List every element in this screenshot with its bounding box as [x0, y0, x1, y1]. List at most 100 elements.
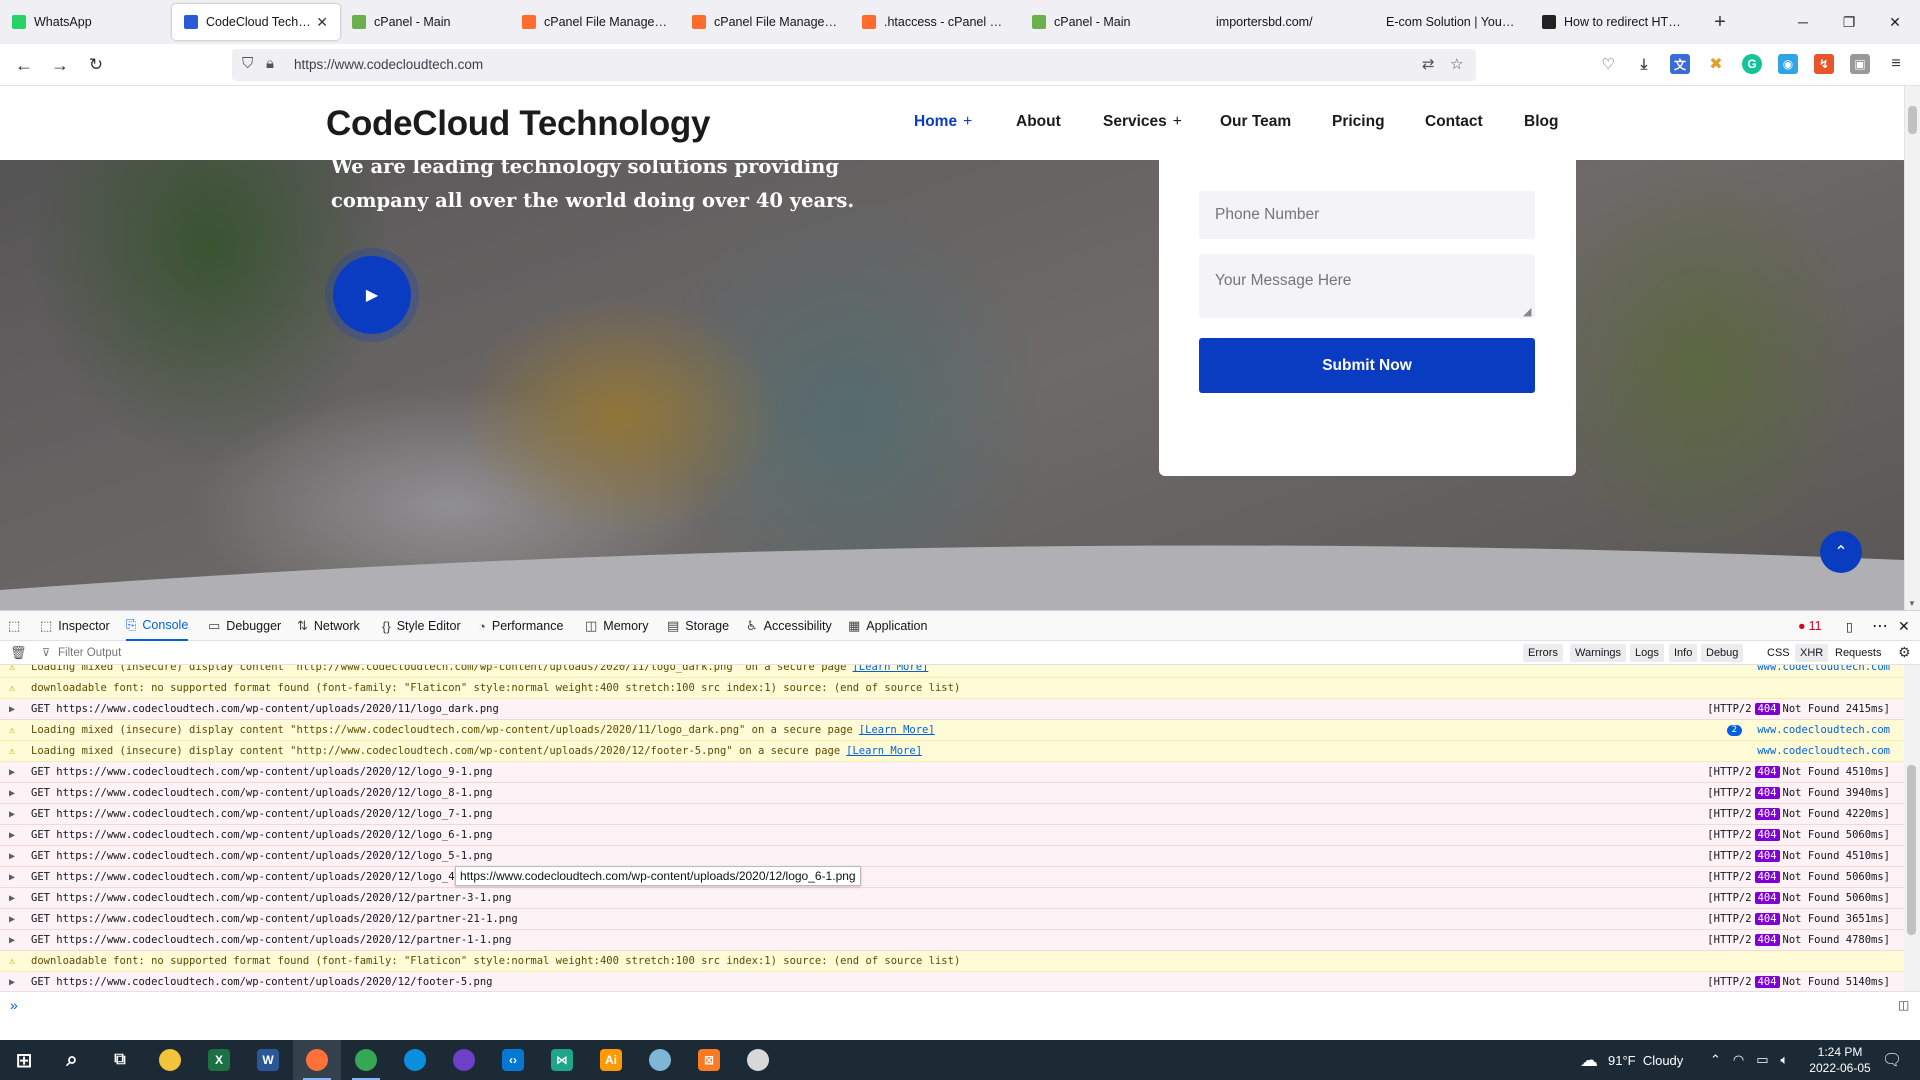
- browser-tab[interactable]: cPanel File Manager v3: [510, 0, 680, 44]
- console-settings-icon[interactable]: ⚙: [1898, 644, 1911, 661]
- devtools-tab-application[interactable]: ▦ Application: [848, 611, 927, 641]
- notepad-icon[interactable]: [636, 1040, 684, 1080]
- task-view-icon[interactable]: ⧉: [96, 1040, 144, 1080]
- devtools-tab-storage[interactable]: ▤ Storage: [667, 611, 729, 641]
- speaker-icon[interactable]: 🔈︎: [1781, 1052, 1789, 1068]
- translate-icon[interactable]: ⇄: [1422, 55, 1435, 73]
- filter-xhr-button[interactable]: XHR: [1795, 644, 1829, 662]
- console-scrollbar-thumb[interactable]: [1907, 765, 1916, 935]
- browser-tab[interactable]: CodeCloud Technology✕: [172, 4, 340, 40]
- filter-output-input[interactable]: [58, 644, 358, 662]
- devtools-tab-style-editor[interactable]: {} Style Editor: [382, 611, 461, 641]
- close-devtools-icon[interactable]: ✕: [1898, 611, 1910, 641]
- filter-requests-button[interactable]: Requests: [1830, 644, 1886, 662]
- firefox-icon[interactable]: [293, 1040, 341, 1080]
- learn-more-link[interactable]: [Learn More]: [846, 745, 922, 757]
- wifi-icon[interactable]: ◠: [1733, 1052, 1744, 1068]
- filter-debug-button[interactable]: Debug: [1701, 644, 1744, 662]
- search-icon[interactable]: ⌕: [48, 1040, 96, 1080]
- url-bar[interactable]: ⛉ 🔒︎ https://www.codecloudtech.com ⇄ ☆: [232, 49, 1476, 81]
- browser-tab[interactable]: How to redirect HTTP to: [1530, 0, 1700, 44]
- grammarly-icon[interactable]: G: [1742, 54, 1762, 74]
- forward-icon[interactable]: →: [46, 52, 74, 78]
- minimize-icon[interactable]: ─: [1780, 0, 1826, 44]
- learn-more-link[interactable]: [Learn More]: [852, 665, 928, 673]
- extension-orange-icon[interactable]: ↯: [1814, 54, 1834, 74]
- filter-css-button[interactable]: CSS: [1762, 644, 1795, 662]
- browser-tab[interactable]: cPanel File Manager v3: [680, 0, 850, 44]
- lock-icon[interactable]: 🔒︎: [266, 55, 274, 72]
- expand-arrow-icon[interactable]: ▶: [9, 809, 25, 820]
- console-network-error-row[interactable]: ▶ GET https://www.codecloudtech.com/wp-co…: [0, 888, 1904, 909]
- back-icon[interactable]: ←: [10, 52, 38, 78]
- vs-icon[interactable]: ⋈: [538, 1040, 586, 1080]
- weather-widget[interactable]: ☁ 91°F Cloudy: [1580, 1040, 1683, 1080]
- url-text[interactable]: https://www.codecloudtech.com: [294, 57, 483, 72]
- console-network-error-row[interactable]: ▶ GET https://www.codecloudtech.com/wp-co…: [0, 909, 1904, 930]
- browser-tab[interactable]: cPanel - Main: [1020, 0, 1190, 44]
- more-options-icon[interactable]: ⋯: [1872, 611, 1888, 641]
- extension-puzzle-icon[interactable]: ✖: [1706, 54, 1726, 74]
- expand-arrow-icon[interactable]: ▶: [9, 872, 25, 883]
- submit-now-button[interactable]: Submit Now: [1199, 338, 1535, 393]
- translate-extension-icon[interactable]: 文: [1670, 54, 1690, 74]
- devtools-tab-inspector[interactable]: ⬚ Inspector: [40, 611, 110, 641]
- battery-icon[interactable]: ▭: [1756, 1052, 1768, 1068]
- profile-icon[interactable]: ▣: [1850, 54, 1870, 74]
- devtools-tab-network[interactable]: ⇅ Network: [297, 611, 360, 641]
- start-icon[interactable]: ⊞: [0, 1040, 48, 1080]
- console-network-error-row[interactable]: ▶ GET https://www.codecloudtech.com/wp-co…: [0, 783, 1904, 804]
- expand-arrow-icon[interactable]: ▶: [9, 935, 25, 946]
- browser-tab[interactable]: cPanel - Main: [340, 0, 510, 44]
- notification-icon[interactable]: 🗨︎: [1882, 1040, 1902, 1080]
- message-field[interactable]: [1199, 254, 1535, 318]
- devtools-tab-performance[interactable]: ◔ Performance: [478, 611, 563, 641]
- nav-our-team[interactable]: Our Team: [1220, 113, 1291, 131]
- browser-tab[interactable]: .htaccess - cPanel File M: [850, 0, 1020, 44]
- console-warning-row[interactable]: ⚠ downloadable font: no supported format …: [0, 678, 1904, 699]
- excel-icon[interactable]: X: [195, 1040, 243, 1080]
- vscode-icon[interactable]: ‹›: [489, 1040, 537, 1080]
- console-scrollbar[interactable]: [1904, 665, 1920, 991]
- source-link[interactable]: www.codecloudtech.com: [1757, 724, 1890, 736]
- console-warning-row[interactable]: ⚠ Loading mixed (insecure) display conten…: [0, 665, 1904, 678]
- console-warning-row[interactable]: ⚠ Loading mixed (insecure) display conten…: [0, 720, 1904, 741]
- browser-tab[interactable]: WhatsApp: [0, 0, 172, 44]
- console-warning-row[interactable]: ⚠ downloadable font: no supported format …: [0, 951, 1904, 972]
- xampp-icon[interactable]: ⊠: [685, 1040, 733, 1080]
- trash-icon[interactable]: 🗑︎: [10, 645, 27, 661]
- scroll-to-top-button[interactable]: ⌃: [1820, 531, 1862, 573]
- app-icon[interactable]: [734, 1040, 782, 1080]
- console-network-error-row[interactable]: ▶ GET https://www.codecloudtech.com/wp-co…: [0, 972, 1904, 991]
- expand-arrow-icon[interactable]: ▶: [9, 893, 25, 904]
- console-network-error-row[interactable]: ▶ GET https://www.codecloudtech.com/wp-co…: [0, 846, 1904, 867]
- new-tab-icon[interactable]: +: [1700, 0, 1740, 44]
- learn-more-link[interactable]: [Learn More]: [859, 724, 935, 736]
- github-icon[interactable]: [440, 1040, 488, 1080]
- devtools-tab-memory[interactable]: ◫ Memory: [585, 611, 648, 641]
- console-network-error-row[interactable]: ▶ GET https://www.codecloudtech.com/wp-co…: [0, 762, 1904, 783]
- app-menu-icon[interactable]: ≡: [1886, 54, 1906, 74]
- console-network-error-row[interactable]: ▶ GET https://www.codecloudtech.com/wp-co…: [0, 804, 1904, 825]
- devtools-tab-console[interactable]: ⎘ Console: [126, 611, 189, 641]
- bookmark-star-icon[interactable]: ☆: [1450, 55, 1463, 73]
- restore-icon[interactable]: ❐: [1826, 0, 1872, 44]
- nav-home[interactable]: Home +: [914, 113, 972, 131]
- edge-icon[interactable]: [391, 1040, 439, 1080]
- console-input[interactable]: » ◫: [0, 991, 1920, 1019]
- console-warning-row[interactable]: ⚠ Loading mixed (insecure) display conten…: [0, 741, 1904, 762]
- expand-arrow-icon[interactable]: ▶: [9, 704, 25, 715]
- source-link[interactable]: www.codecloudtech.com: [1757, 745, 1890, 757]
- phone-number-field[interactable]: [1199, 191, 1535, 239]
- dock-side-icon[interactable]: ▯: [1846, 611, 1853, 641]
- expand-arrow-icon[interactable]: ▶: [9, 830, 25, 841]
- filter-info-button[interactable]: Info: [1669, 644, 1698, 662]
- scroll-down-icon[interactable]: ▼: [1908, 599, 1916, 608]
- illustrator-icon[interactable]: Ai: [587, 1040, 635, 1080]
- console-network-error-row[interactable]: ▶ GET https://www.codecloudtech.com/wp-co…: [0, 930, 1904, 951]
- console-network-error-row[interactable]: ▶ GET https://www.codecloudtech.com/wp-co…: [0, 825, 1904, 846]
- devtools-tab-debugger[interactable]: ▭ Debugger: [208, 611, 281, 641]
- nav-pricing[interactable]: Pricing: [1332, 113, 1385, 131]
- chevron-up-icon[interactable]: ⌃: [1710, 1052, 1721, 1068]
- extension-blue-icon[interactable]: ◉: [1778, 54, 1798, 74]
